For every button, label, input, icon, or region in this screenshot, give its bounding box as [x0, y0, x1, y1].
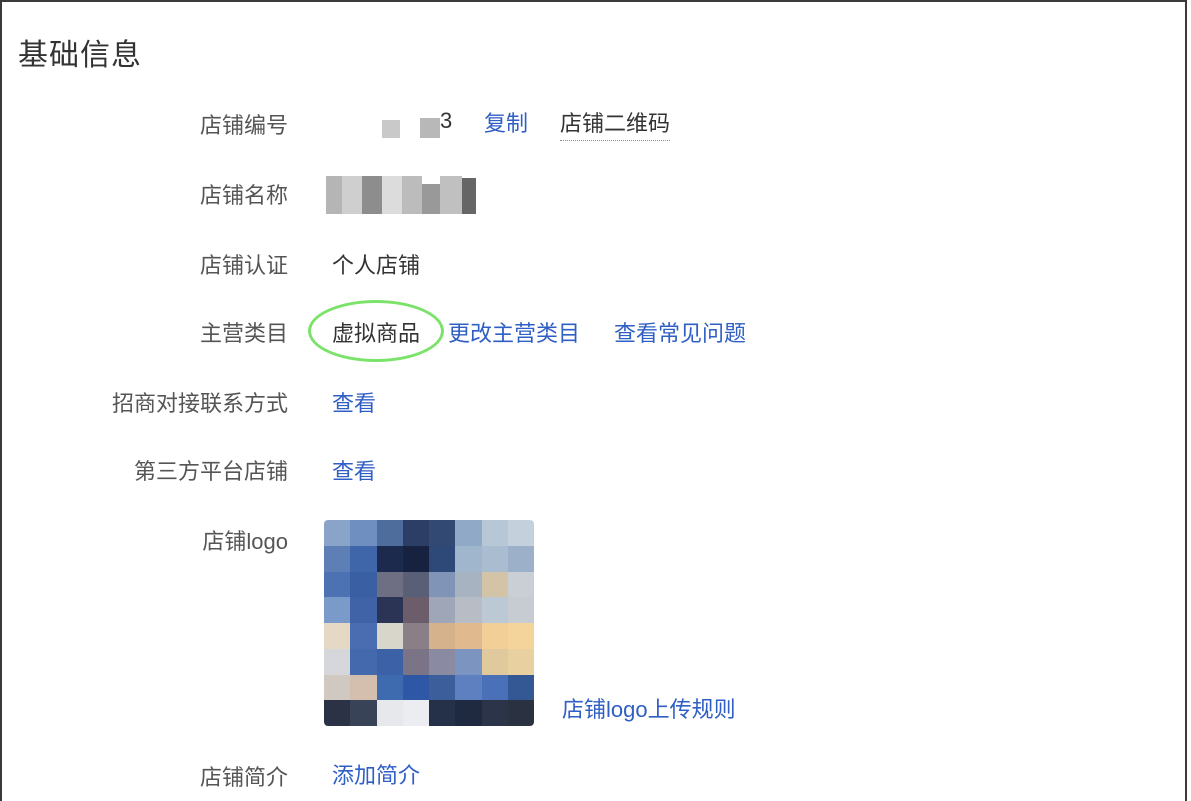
row-contact: 招商对接联系方式 查看	[0, 384, 1180, 424]
shop-id-value-tail: 3	[440, 108, 453, 133]
shop-logo-image[interactable]	[324, 520, 534, 726]
shop-name-blur-5	[402, 176, 422, 214]
change-category-link[interactable]: 更改主营类目	[448, 316, 580, 348]
shop-name-blur-8	[462, 178, 476, 214]
third-party-view-link[interactable]: 查看	[332, 454, 376, 486]
shop-id-label: 店铺编号	[199, 113, 288, 138]
row-category: 主营类目 虚拟商品 更改主营类目 查看常见问题	[0, 314, 1180, 354]
logo-pixel-grid	[324, 520, 534, 726]
third-party-label: 第三方平台店铺	[133, 459, 288, 484]
row-shop-id: 店铺编号 3 复制 店铺二维码	[0, 106, 1180, 146]
contact-label: 招商对接联系方式	[111, 391, 288, 416]
contact-view-link[interactable]: 查看	[332, 386, 376, 418]
category-label: 主营类目	[199, 321, 288, 346]
copy-button[interactable]: 复制	[484, 106, 528, 138]
row-shop-name: 店铺名称	[0, 176, 1180, 216]
shop-name-label: 店铺名称	[199, 183, 288, 208]
shop-id-blur-2	[420, 118, 440, 138]
row-certification: 店铺认证 个人店铺	[0, 246, 1180, 286]
shop-name-blur-2	[342, 176, 362, 214]
shop-name-blur-4	[382, 176, 402, 214]
faq-link[interactable]: 查看常见问题	[614, 316, 746, 348]
shop-name-blur	[326, 176, 342, 214]
category-value: 虚拟商品	[332, 321, 421, 346]
page-title: 基础信息	[18, 39, 142, 72]
shop-name-blur-6	[422, 184, 440, 214]
certification-label: 店铺认证	[199, 253, 288, 278]
shop-name-blur-7	[440, 176, 462, 214]
row-logo: 店铺logo	[0, 522, 1180, 562]
intro-label: 店铺简介	[199, 765, 288, 790]
logo-rules-link[interactable]: 店铺logo上传规则	[562, 692, 736, 724]
shop-id-blur-1	[382, 120, 400, 138]
certification-value: 个人店铺	[332, 253, 421, 278]
add-intro-link[interactable]: 添加简介	[332, 758, 420, 790]
shop-name-blur-3	[362, 176, 382, 214]
row-third-party: 第三方平台店铺 查看	[0, 452, 1180, 492]
shop-qrcode-link[interactable]: 店铺二维码	[560, 106, 671, 141]
logo-label: 店铺logo	[202, 529, 288, 554]
row-intro: 店铺简介 添加简介	[0, 758, 1180, 798]
